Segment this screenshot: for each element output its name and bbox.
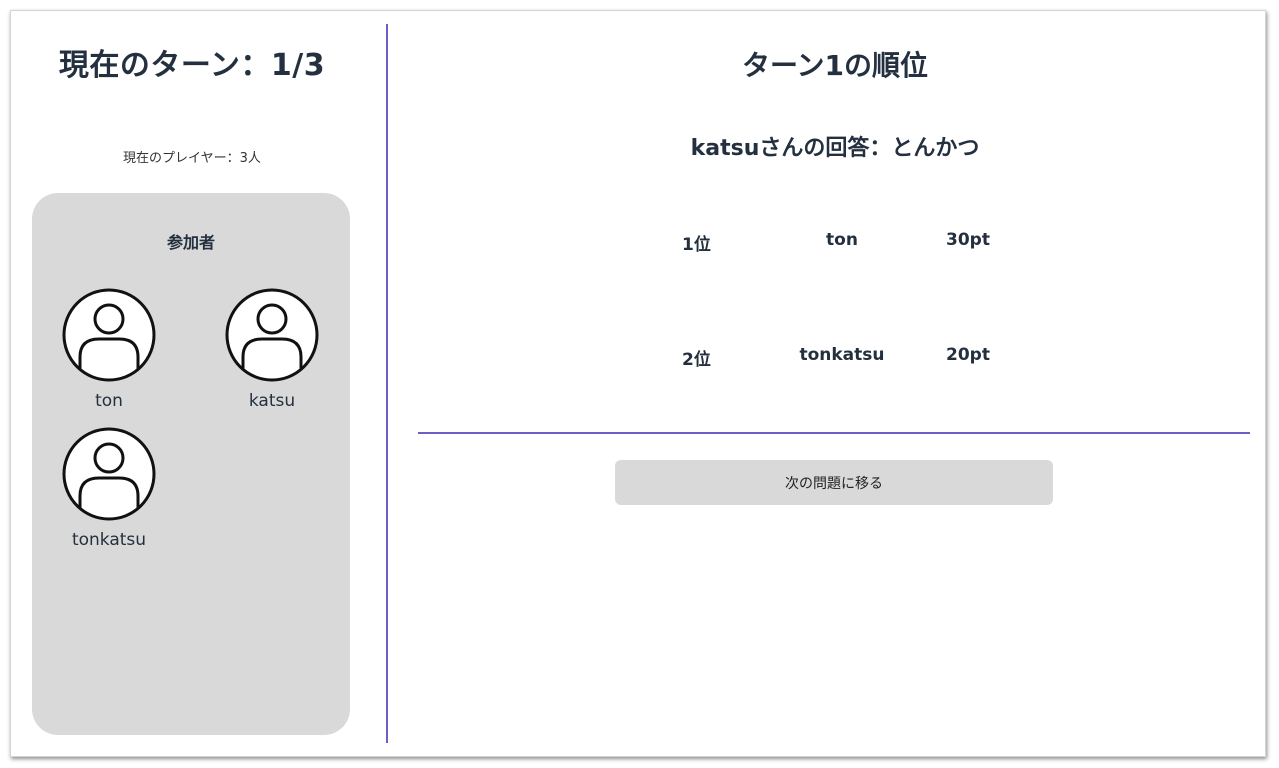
user-avatar-icon <box>62 288 156 382</box>
horizontal-divider <box>418 432 1250 434</box>
ranking-row: 1位 ton 30pt <box>650 230 1030 260</box>
participant-name: tonkatsu <box>71 530 147 550</box>
participant-name: katsu <box>248 391 296 411</box>
round-ranking-title: ターン1の順位 <box>741 49 929 82</box>
user-avatar-icon <box>225 288 319 382</box>
user-avatar-icon <box>62 427 156 521</box>
rank-position: 1位 <box>682 235 711 255</box>
participant-card: tonkatsu <box>59 426 159 550</box>
turn-title: 現在のターン：1/3 <box>58 48 326 83</box>
participant-card: katsu <box>222 287 322 411</box>
rank-player: ton <box>826 230 858 250</box>
answer-line: katsuさんの回答：とんかつ <box>690 136 980 161</box>
rank-player: tonkatsu <box>799 345 885 365</box>
next-question-button[interactable]: 次の問題に移る <box>615 460 1053 505</box>
ranking-row: 2位 tonkatsu 20pt <box>650 345 1030 375</box>
rank-points: 20pt <box>946 345 990 365</box>
rank-position: 2位 <box>682 350 711 370</box>
rank-points: 30pt <box>946 230 990 250</box>
participant-card: ton <box>59 287 159 411</box>
player-count: 現在のプレイヤー：3人 <box>123 151 261 166</box>
participants-title: 参加者 <box>166 233 215 252</box>
vertical-divider <box>386 24 388 743</box>
participants-panel: 参加者 ton katsu tonkatsu <box>32 193 350 735</box>
participant-name: ton <box>95 391 123 411</box>
